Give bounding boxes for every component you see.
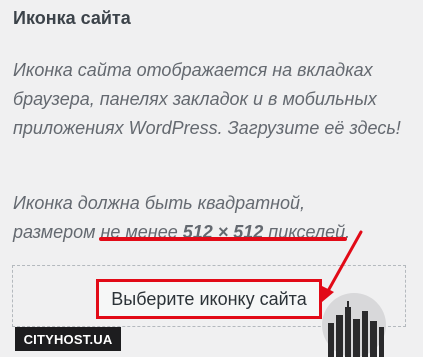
cityhost-watermark-graphic [302,293,423,357]
section-title: Иконка сайта [13,8,131,28]
choose-site-icon-button[interactable]: Выберите иконку сайта [96,279,322,319]
site-icon-size-requirement: Иконка должна быть квадратной, размером н… [13,189,413,247]
red-underline-annotation [98,237,348,241]
site-icon-description: Иконка сайта отображается на вкладках бр… [13,60,401,138]
size-requirement-highlight: не менее 512 × 512 пикселей [98,222,348,242]
cityhost-watermark-label: CITYHOST.UA [15,327,121,351]
size-requirement-prefix: размером [13,222,101,242]
city-skyline-icon [328,301,384,357]
site-icon-settings-panel: Иконка сайта Иконка сайта отображается н… [0,0,423,357]
size-requirement-text: Иконка должна быть квадратной, [13,193,306,213]
